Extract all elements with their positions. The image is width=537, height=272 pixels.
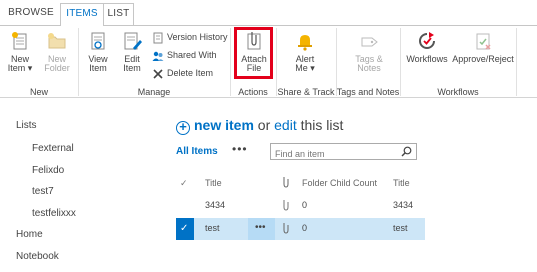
group-label-share-track: Share & Track: [277, 87, 335, 97]
tab-items[interactable]: ITEMS: [60, 3, 104, 26]
nav-item-fexternal[interactable]: Fexternal: [32, 143, 74, 154]
approve-reject-button[interactable]: Approve/Reject: [452, 30, 514, 64]
cell-folder-child-count: 0: [302, 223, 308, 233]
item-menu-button[interactable]: •••: [248, 218, 275, 240]
new-item-link[interactable]: new item: [194, 117, 254, 133]
workflows-label: Workflows: [406, 54, 448, 64]
search-icon[interactable]: [401, 146, 412, 157]
bell-icon: [298, 35, 312, 51]
tags-notes-label-2: Notes: [357, 63, 381, 73]
people-icon: [152, 51, 164, 61]
nav-item-testfelixxx[interactable]: testfelixxx: [32, 208, 76, 219]
version-history-icon: [153, 32, 163, 44]
view-item-icon: [91, 32, 105, 50]
alert-me-button[interactable]: Alert Me ▾: [291, 30, 319, 73]
tab-browse[interactable]: BROWSE: [4, 3, 58, 25]
cell-title-2: 3434: [393, 200, 414, 210]
view-item-button[interactable]: View Item: [84, 30, 112, 73]
cell-title-2: test: [393, 223, 408, 233]
tags-notes-button[interactable]: Tags & Notes: [352, 30, 386, 73]
view-all-items[interactable]: All Items: [176, 146, 218, 157]
cell-folder-child-count: 0: [302, 200, 308, 210]
view-item-label-2: Item: [89, 63, 107, 73]
delete-item-label: Delete Item: [167, 68, 214, 78]
this-list-text: this list: [300, 117, 344, 133]
delete-item-button[interactable]: Delete Item: [152, 65, 213, 81]
new-folder-button[interactable]: New Folder: [42, 30, 72, 73]
new-item-label-2: Item ▾: [7, 63, 33, 73]
alert-me-label-2: Me ▾: [295, 63, 315, 73]
edit-link[interactable]: edit: [274, 117, 297, 133]
group-label-new: New: [29, 87, 48, 97]
plus-circle-icon[interactable]: +: [176, 120, 190, 135]
group-label-manage: Manage: [137, 87, 171, 97]
nav-item-notebook[interactable]: Notebook: [16, 251, 59, 262]
nav-item-test7[interactable]: test7: [32, 186, 54, 197]
new-item-icon: [12, 32, 27, 50]
cell-title[interactable]: test: [205, 223, 220, 233]
shared-with-label: Shared With: [167, 50, 217, 60]
nav-item-lists[interactable]: Lists: [16, 120, 37, 131]
group-label-workflows: Workflows: [437, 87, 479, 97]
item-menu-ellipsis: •••: [255, 222, 266, 233]
version-history-label: Version History: [167, 32, 228, 42]
workflows-button[interactable]: Workflows: [406, 30, 448, 64]
shared-with-button[interactable]: Shared With: [152, 47, 217, 63]
new-item-header: + new item or edit this list: [176, 117, 343, 135]
version-history-button[interactable]: Version History: [152, 29, 228, 45]
edit-item-icon: [124, 32, 142, 50]
edit-item-label-2: Item: [123, 63, 141, 73]
view-more-ellipsis[interactable]: •••: [232, 142, 248, 156]
attachment-icon: [283, 200, 289, 211]
folder-icon: [48, 33, 66, 49]
table-row-selected[interactable]: ✓ test ••• 0 test: [176, 218, 425, 240]
select-all-checkmark[interactable]: ✓: [180, 178, 188, 189]
cell-title[interactable]: 3434: [205, 200, 225, 210]
tab-list[interactable]: LIST: [104, 3, 134, 25]
approve-reject-label: Approve/Reject: [452, 54, 514, 64]
delete-icon: [153, 69, 163, 79]
group-label-actions: Actions: [238, 87, 268, 97]
or-text: or: [257, 117, 271, 133]
nav-item-felixdo[interactable]: Felixdo: [32, 165, 64, 176]
column-header-title-2[interactable]: Title: [393, 178, 410, 188]
tag-icon: [361, 37, 378, 47]
attach-file-highlight: [234, 27, 273, 79]
group-label-tags-notes: Tags and Notes: [336, 87, 400, 97]
table-row[interactable]: 3434 0 3434: [176, 195, 425, 217]
search-input[interactable]: [271, 146, 396, 162]
ribbon-tab-bar: BROWSE ITEMS LIST: [0, 0, 537, 26]
edit-item-button[interactable]: Edit Item: [118, 30, 146, 73]
nav-item-home[interactable]: Home: [16, 229, 43, 240]
row-checkbox[interactable]: ✓: [176, 218, 194, 240]
search-box: [270, 143, 417, 162]
approve-reject-icon: [476, 33, 491, 50]
workflow-icon: [419, 32, 435, 49]
attachment-column-icon: [283, 177, 289, 188]
column-header-folder-child-count[interactable]: Folder Child Count: [302, 178, 377, 188]
column-header-title[interactable]: Title: [205, 178, 222, 188]
new-item-button[interactable]: New Item ▾: [6, 30, 34, 73]
new-folder-label-2: Folder: [44, 63, 70, 73]
attachment-icon: [283, 223, 289, 234]
checkmark-icon: ✓: [180, 223, 189, 234]
